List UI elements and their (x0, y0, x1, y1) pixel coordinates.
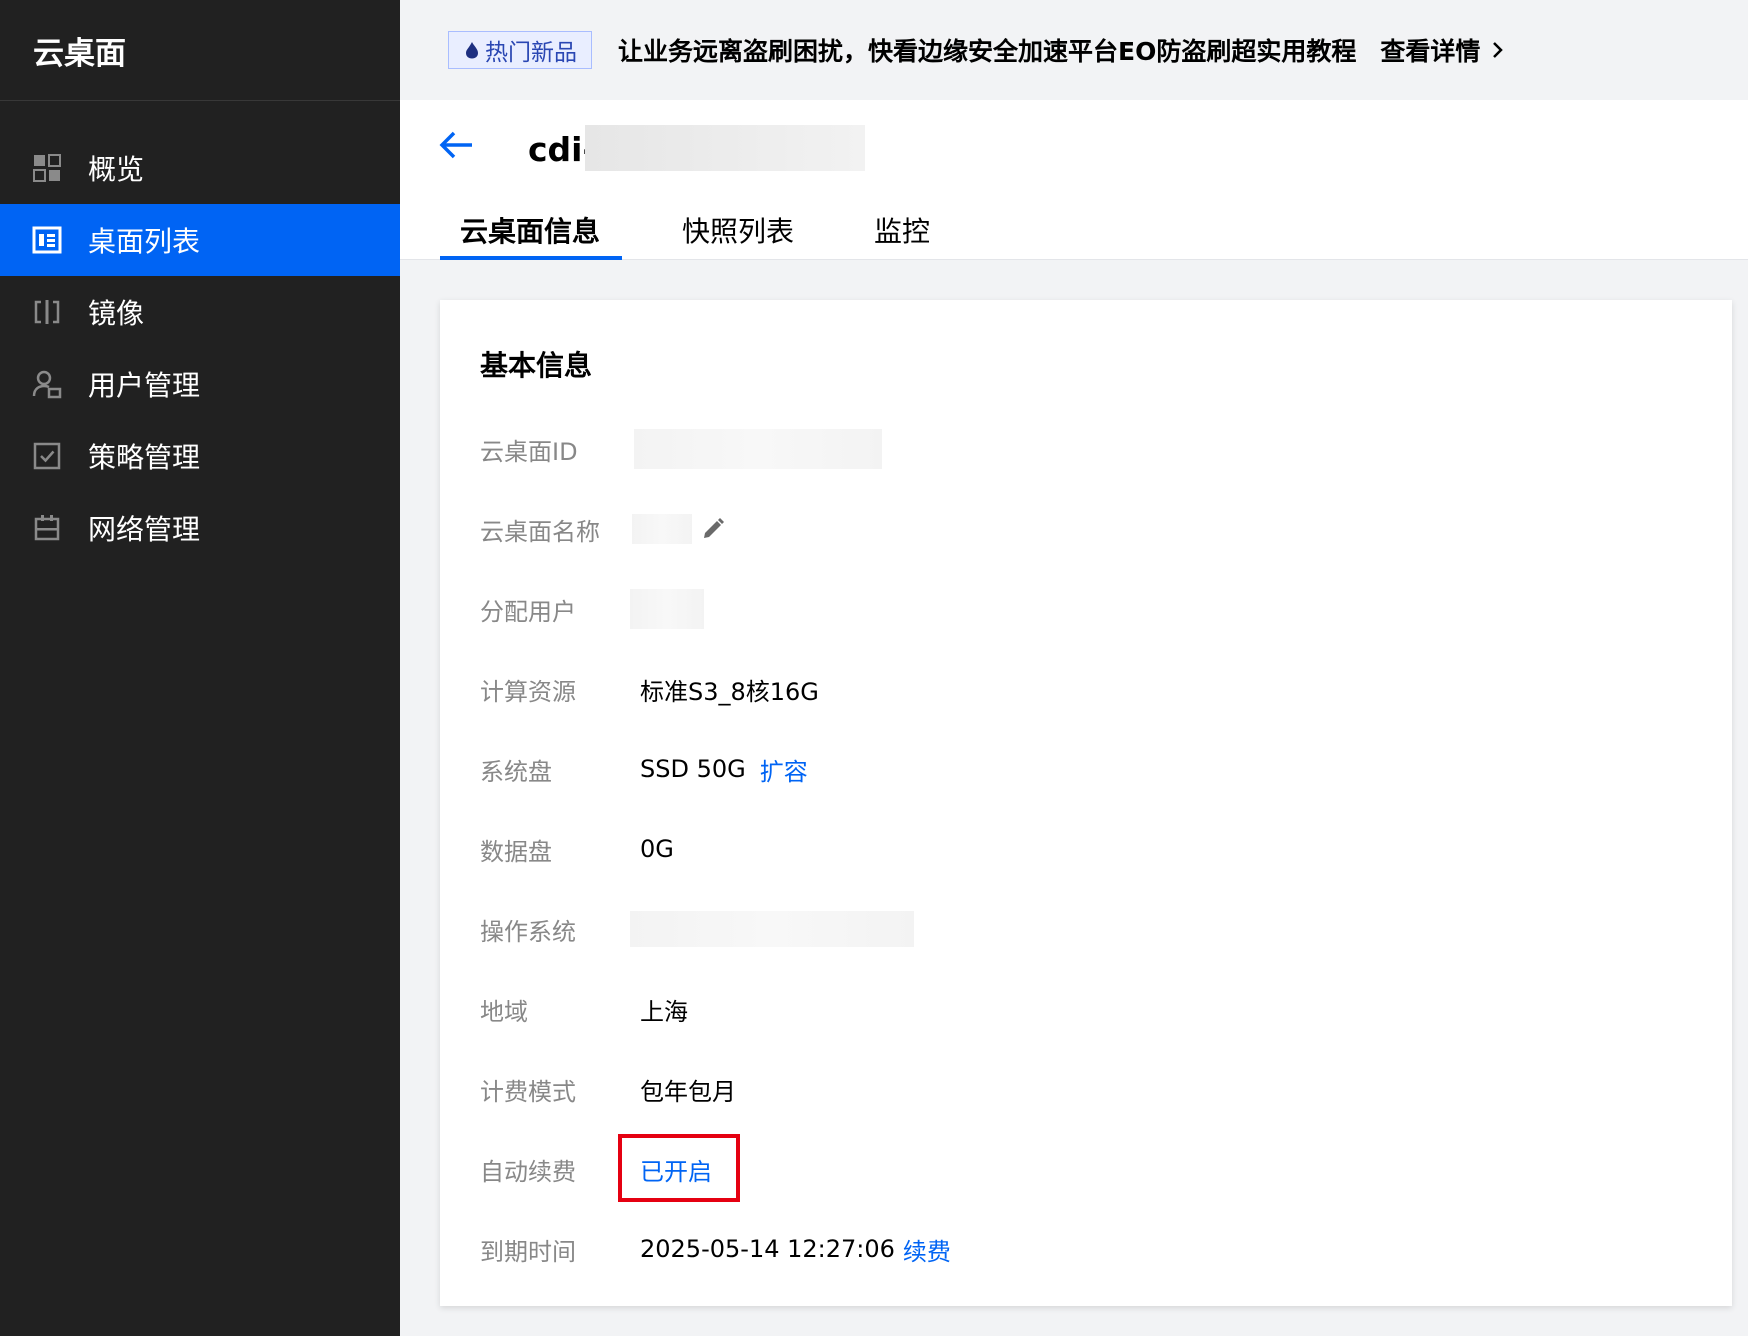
hot-new-badge: 热门新品 (448, 31, 592, 69)
sidebar-item-network-manage[interactable]: 网络管理 (0, 492, 400, 564)
sidebar-item-label: 桌面列表 (88, 225, 201, 258)
sidebar-item-label: 策略管理 (88, 441, 201, 474)
user-manage-icon (32, 369, 62, 399)
row-label: 数据盘 (480, 837, 552, 866)
edit-pencil-icon[interactable] (700, 516, 726, 542)
image-mirror-icon (32, 297, 62, 327)
row-label: 到期时间 (480, 1237, 576, 1266)
highlight-box (618, 1134, 740, 1202)
row-label: 计费模式 (480, 1077, 576, 1106)
row-billing: 计费模式 包年包月 (480, 1064, 736, 1114)
sidebar-item-image[interactable]: 镜像 (0, 276, 400, 348)
promo-banner: 热门新品 让业务远离盗刷困扰，快看边缘安全加速平台EO防盗刷超实用教程 查看详情 (400, 0, 1748, 100)
tab-snapshot-list[interactable]: 快照列表 (682, 200, 794, 260)
view-details-link[interactable]: 查看详情 (1380, 32, 1506, 68)
row-label: 自动续费 (480, 1157, 576, 1186)
compute-value: 标准S3_8核16G (640, 677, 819, 706)
row-expire: 到期时间 2025-05-14 12:27:06 续费 (480, 1224, 951, 1274)
row-desktop-id: 云桌面ID (480, 424, 882, 474)
billing-value: 包年包月 (640, 1077, 736, 1106)
network-icon (32, 513, 62, 543)
tab-bar: 云桌面信息 快照列表 监控 (440, 200, 930, 260)
row-os: 操作系统 (480, 904, 914, 954)
region-value: 上海 (640, 997, 688, 1026)
row-assigned-user: 分配用户 (480, 584, 704, 634)
row-desktop-name: 云桌面名称 (480, 504, 726, 554)
sidebar-item-policy-manage[interactable]: 策略管理 (0, 420, 400, 492)
row-compute: 计算资源 标准S3_8核16G (480, 664, 819, 714)
badge-label: 热门新品 (485, 40, 577, 66)
renew-link[interactable]: 续费 (903, 1232, 951, 1267)
basic-info-card: 基本信息 云桌面ID 云桌面名称 分配用户 计算资源 标准S3_8核16G 系统… (440, 300, 1732, 1306)
expand-disk-link[interactable]: 扩容 (760, 752, 808, 787)
sidebar: 云桌面 概览 桌面列表 镜像 用户管理 策略管理 网络管理 (0, 0, 400, 1336)
brand-title: 云桌面 (0, 0, 400, 101)
expire-value: 2025-05-14 12:27:06 (640, 1235, 895, 1263)
data-disk-value: 0G (640, 835, 674, 863)
banner-text[interactable]: 让业务远离盗刷困扰，快看边缘安全加速平台EO防盗刷超实用教程 (618, 32, 1356, 68)
row-label: 地域 (480, 997, 528, 1026)
row-label: 操作系统 (480, 917, 576, 946)
redacted-os (630, 911, 914, 947)
redacted-title-mask (585, 125, 865, 171)
row-data-disk: 数据盘 0G (480, 824, 674, 874)
app-root: 云桌面 概览 桌面列表 镜像 用户管理 策略管理 网络管理 热门新品 让业务远离… (0, 0, 1748, 1336)
desktop-list-icon (32, 225, 62, 255)
row-label: 分配用户 (480, 597, 576, 626)
sidebar-item-label: 用户管理 (88, 369, 201, 402)
arrow-left-icon (439, 131, 472, 159)
row-label: 计算资源 (480, 677, 576, 706)
chevron-right-icon (1493, 42, 1504, 58)
system-disk-value: SSD 50G (640, 755, 746, 783)
sidebar-nav: 概览 桌面列表 镜像 用户管理 策略管理 网络管理 (0, 132, 400, 564)
redacted-desktop-id (634, 429, 882, 469)
main-content: 热门新品 让业务远离盗刷困扰，快看边缘安全加速平台EO防盗刷超实用教程 查看详情… (400, 0, 1748, 1336)
sidebar-item-label: 概览 (88, 153, 145, 186)
row-system-disk: 系统盘 SSD 50G 扩容 (480, 744, 808, 794)
sidebar-item-label: 镜像 (88, 297, 145, 330)
policy-check-icon (32, 441, 62, 471)
dashboard-grid-icon (32, 153, 62, 183)
row-region: 地域 上海 (480, 984, 688, 1034)
view-details-label: 查看详情 (1380, 37, 1481, 66)
sidebar-item-user-manage[interactable]: 用户管理 (0, 348, 400, 420)
sidebar-item-overview[interactable]: 概览 (0, 132, 400, 204)
redacted-assigned-user (630, 589, 704, 629)
row-label: 系统盘 (480, 757, 552, 786)
back-button[interactable] (438, 129, 474, 161)
redacted-desktop-name (632, 514, 692, 544)
tab-desktop-info[interactable]: 云桌面信息 (440, 200, 623, 260)
flame-icon (466, 42, 478, 59)
card-title: 基本信息 (480, 349, 593, 382)
sidebar-item-label: 网络管理 (88, 513, 201, 546)
sidebar-item-desktop-list[interactable]: 桌面列表 (0, 204, 400, 276)
tab-monitor[interactable]: 监控 (874, 200, 930, 260)
row-label: 云桌面ID (480, 437, 578, 466)
row-label: 云桌面名称 (480, 517, 600, 546)
